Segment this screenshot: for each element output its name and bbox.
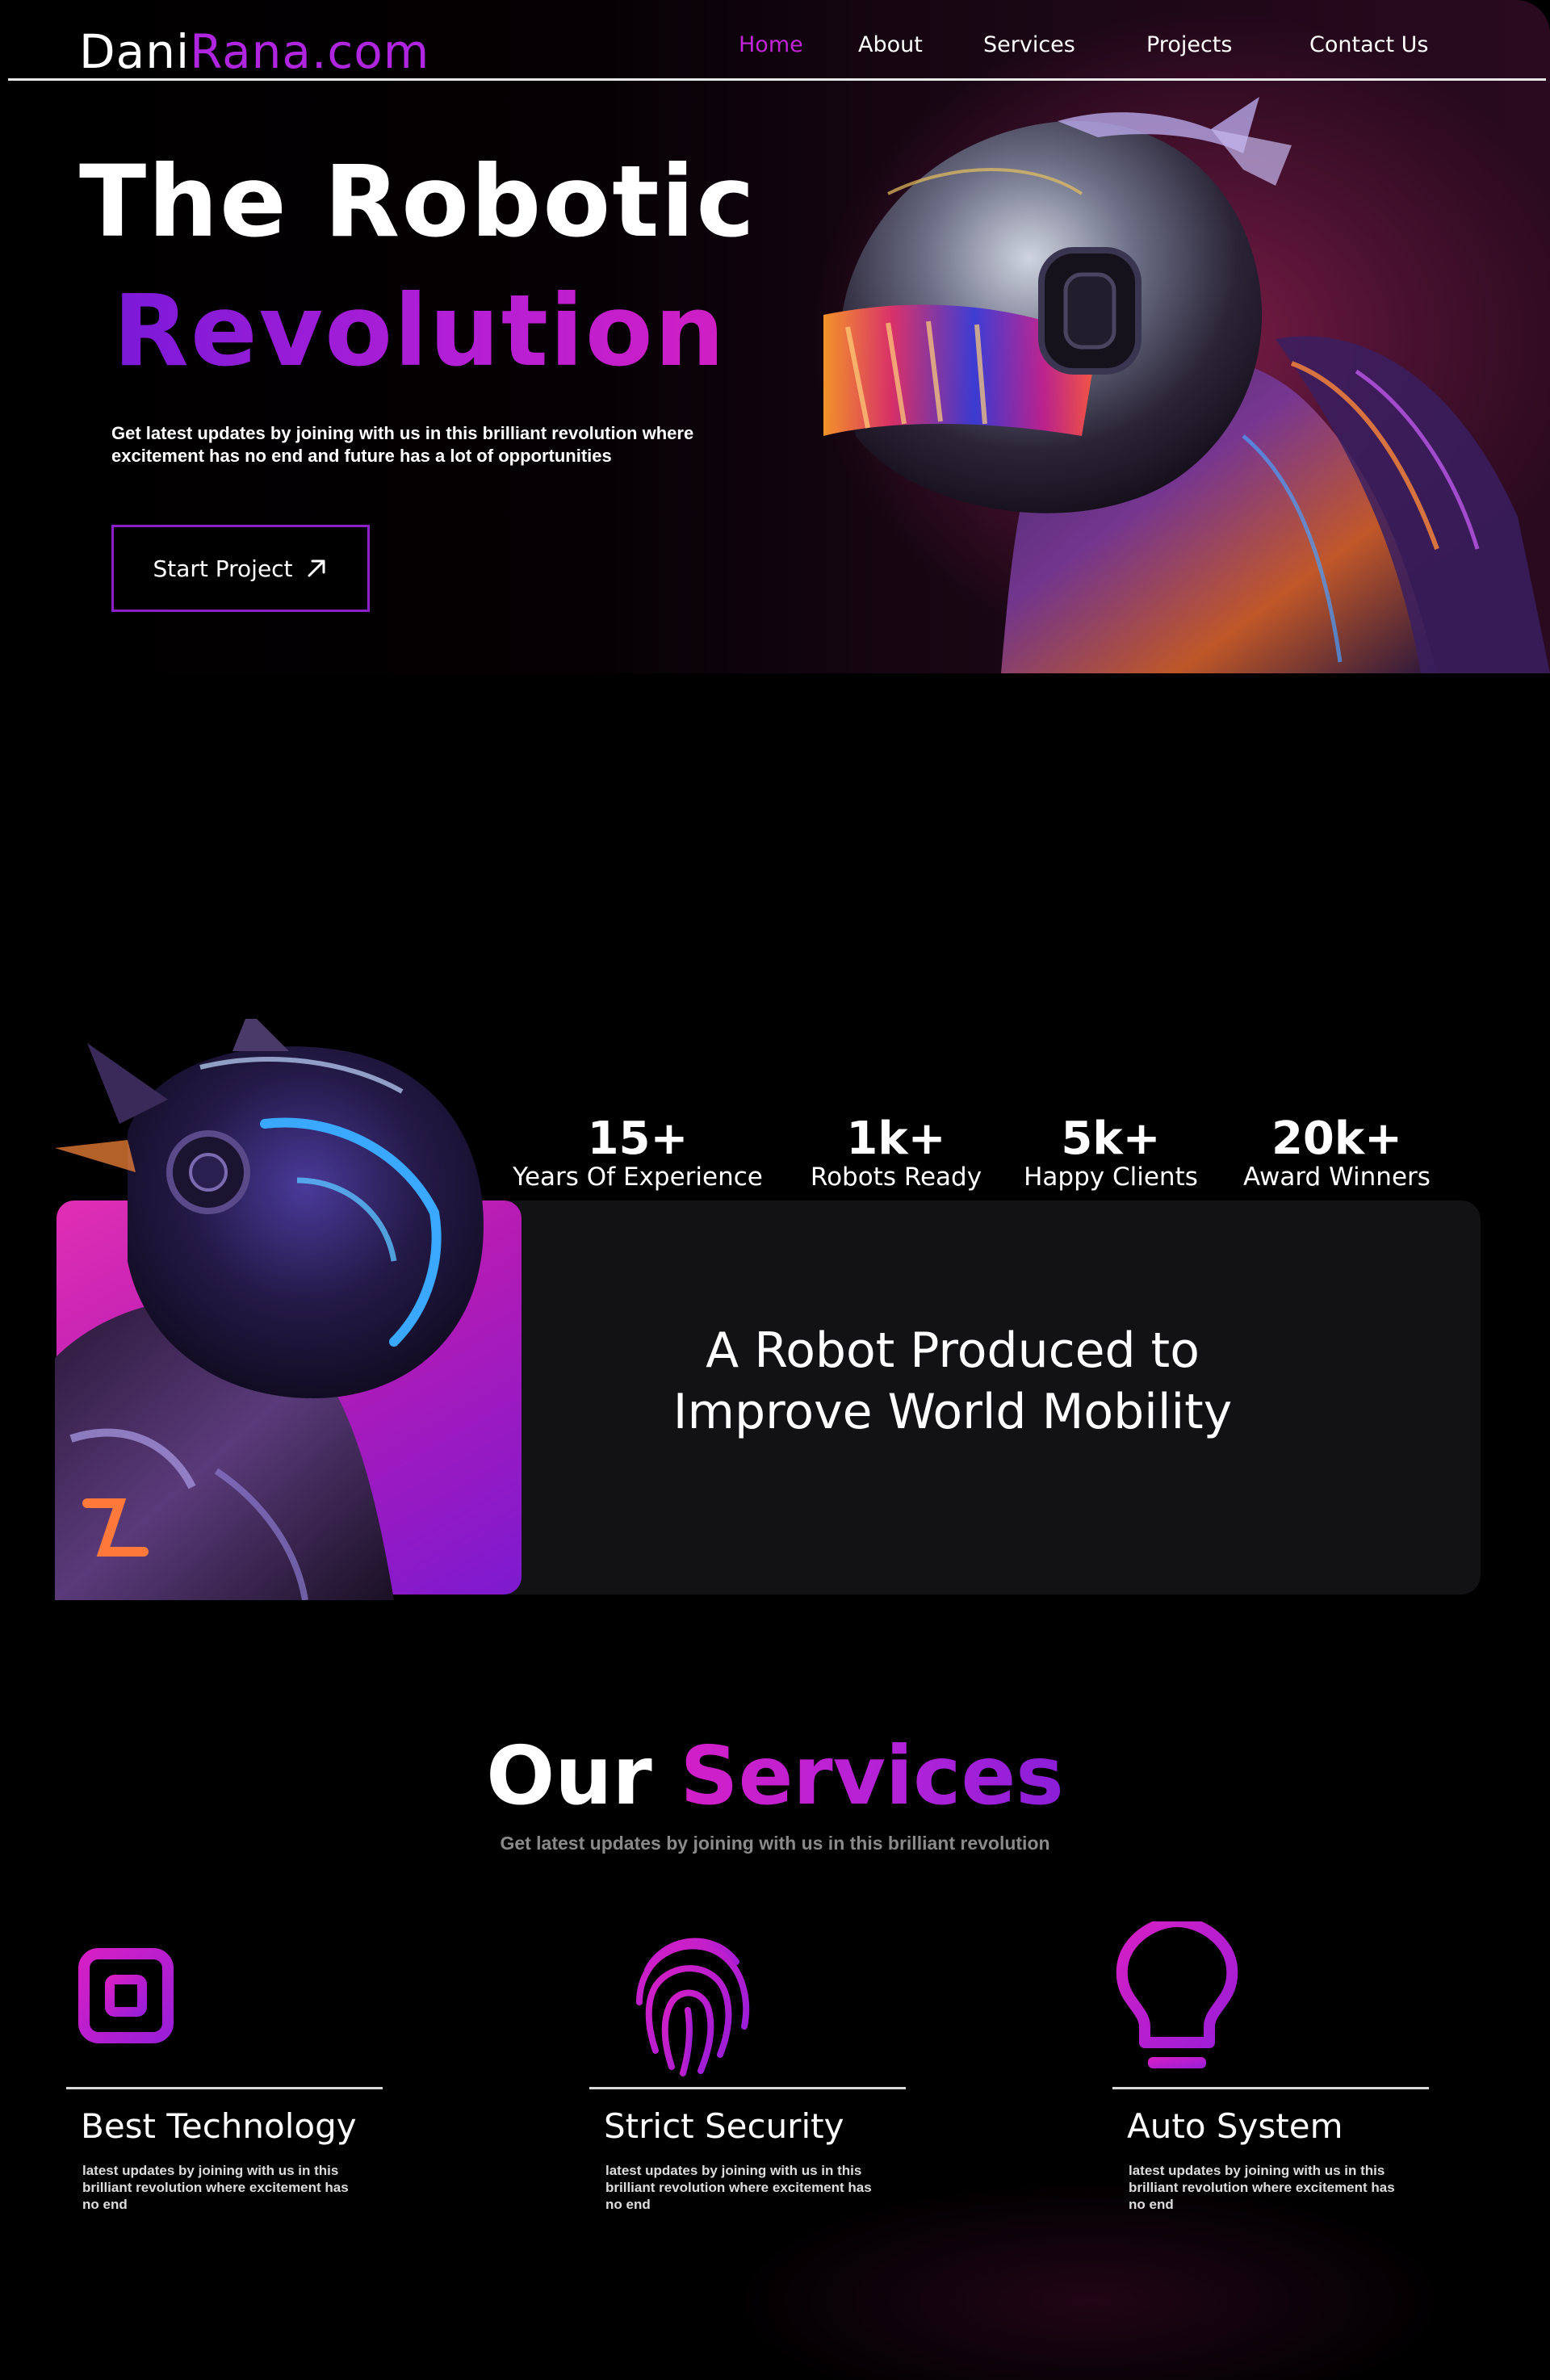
service-description: latest updates by joining with us in thi…: [1129, 2163, 1395, 2212]
service-title: Auto System: [1127, 2106, 1343, 2146]
nav-link-contact[interactable]: Contact Us: [1309, 32, 1428, 57]
hero-subtitle: Get latest updates by joining with us in…: [111, 423, 694, 466]
mission-statement: A Robot Produced to Improve World Mobili…: [565, 1320, 1340, 1443]
chip-icon: [66, 1934, 187, 2057]
service-card-technology[interactable]: Best Technology latest updates by joinin…: [66, 1921, 389, 2228]
mission-line2: Improve World Mobility: [672, 1384, 1233, 1440]
stat-awards-label: Award Winners: [1243, 1163, 1431, 1192]
hero-title-line2: Revolution: [113, 274, 727, 388]
robot-glowing-visor-illustration: [55, 1019, 484, 1600]
fingerprint-icon: [636, 1938, 750, 2076]
stat-clients-value: 5k+: [1061, 1112, 1161, 1165]
services-heading-part1: Our: [486, 1728, 652, 1823]
landing-page: DaniRana.com Home About Services Project…: [0, 0, 1550, 2380]
logo-text-purple: Rana.com: [190, 24, 430, 79]
hero-title-line1: The Robotic: [79, 145, 756, 259]
services-heading: Our Services: [0, 1728, 1550, 1825]
service-title: Strict Security: [604, 2106, 844, 2146]
mission-line1: A Robot Produced to: [706, 1322, 1200, 1379]
service-divider: [589, 2087, 906, 2089]
start-project-label: Start Project: [153, 555, 293, 582]
service-description: latest updates by joining with us in thi…: [605, 2163, 872, 2212]
service-card-security[interactable]: Strict Security latest updates by joinin…: [589, 1921, 912, 2228]
services-subtitle: Get latest updates by joining with us in…: [500, 1833, 1050, 1854]
stat-years-label: Years Of Experience: [513, 1163, 763, 1192]
site-logo[interactable]: DaniRana.com: [79, 21, 429, 82]
nav-link-projects[interactable]: Projects: [1146, 32, 1232, 57]
service-divider: [66, 2087, 383, 2089]
services-heading-part2: Services: [680, 1728, 1064, 1823]
nav-link-about[interactable]: About: [858, 32, 923, 57]
hero-section: DaniRana.com Home About Services Project…: [0, 0, 1550, 673]
stat-clients-label: Happy Clients: [1024, 1163, 1198, 1192]
service-description: latest updates by joining with us in thi…: [82, 2163, 349, 2212]
service-title: Best Technology: [81, 2106, 357, 2146]
service-card-auto-system[interactable]: Auto System latest updates by joining wi…: [1112, 1921, 1435, 2228]
lightbulb-icon: [1116, 1921, 1238, 2068]
start-project-button[interactable]: Start Project: [111, 525, 370, 612]
nav-link-services[interactable]: Services: [983, 32, 1075, 57]
nav-link-home[interactable]: Home: [739, 32, 803, 57]
nav-divider: [8, 78, 1546, 81]
stat-robots-label: Robots Ready: [810, 1163, 982, 1192]
stat-awards-value: 20k+: [1271, 1112, 1403, 1165]
arrow-up-right-icon: [308, 559, 325, 577]
stat-robots-value: 1k+: [846, 1112, 946, 1165]
logo-text-white: Dani: [79, 24, 191, 79]
service-divider: [1112, 2087, 1429, 2089]
robot-helmet-illustration: [823, 97, 1550, 673]
stat-years-value: 15+: [587, 1112, 689, 1165]
top-navigation: DaniRana.com Home About Services Project…: [0, 0, 1550, 81]
